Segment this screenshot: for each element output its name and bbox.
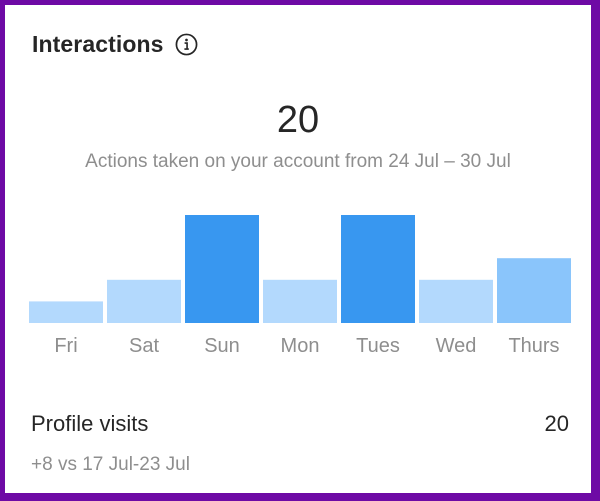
x-tick-label-mon: Mon <box>281 335 320 357</box>
x-tick-label-tues: Tues <box>356 335 400 357</box>
x-tick-label-sat: Sat <box>129 335 159 357</box>
bar-sun[interactable] <box>185 215 259 323</box>
x-tick-label-sun: Sun <box>204 335 240 357</box>
interactions-bar-chart: Fri Sat Sun Mon Tues Wed Thurs <box>29 215 571 357</box>
profile-visits-label: Profile visits <box>31 411 149 436</box>
profile-visits-value: 20 <box>544 411 569 436</box>
x-tick-label-thurs: Thurs <box>508 335 559 357</box>
bar-tues[interactable] <box>341 215 415 323</box>
profile-visits-comparison: +8 vs 17 Jul-23 Jul <box>31 454 190 475</box>
bar-thurs[interactable] <box>497 258 571 323</box>
x-tick-label-wed: Wed <box>436 335 477 357</box>
bar-sat[interactable] <box>107 279 181 323</box>
bar-fri[interactable] <box>29 301 103 323</box>
bar-mon[interactable] <box>263 279 337 323</box>
x-tick-label-fri: Fri <box>54 335 77 357</box>
bar-wed[interactable] <box>419 279 493 323</box>
interactions-card: Interactions 20 Actions taken on your ac… <box>5 5 591 493</box>
